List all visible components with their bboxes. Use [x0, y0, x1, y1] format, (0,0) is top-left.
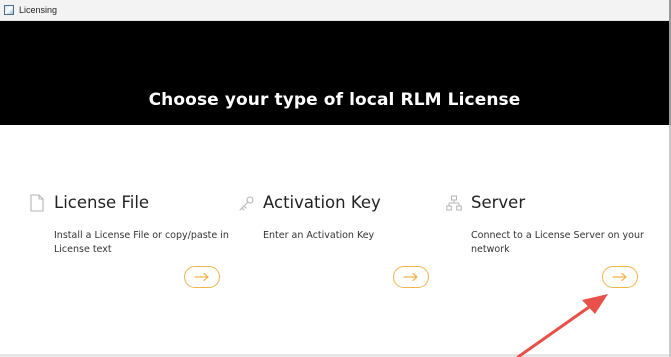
option-description: Install a License File or copy/paste in …: [54, 230, 229, 255]
arrow-right-icon: [194, 272, 209, 282]
arrow-right-icon: [612, 272, 627, 282]
page-heading: Choose your type of local RLM License: [148, 90, 521, 110]
option-description: Connect to a License Server on your netw…: [471, 230, 644, 255]
option-title: License File: [54, 193, 150, 212]
server-next-button[interactable]: [602, 266, 638, 288]
window-title: Licensing: [19, 5, 58, 15]
option-activation-key: Activation Key Enter an Activation Key: [238, 190, 438, 300]
option-title: Server: [471, 193, 526, 212]
option-license-file: License File Install a License File or c…: [29, 190, 229, 300]
option-description: Enter an Activation Key: [263, 230, 375, 241]
network-icon: [446, 195, 462, 211]
license-file-next-button[interactable]: [184, 266, 220, 288]
activation-key-next-button[interactable]: [393, 266, 429, 288]
key-icon: [239, 196, 254, 211]
arrow-right-icon: [403, 272, 418, 282]
option-server: Server Connect to a License Server on yo…: [446, 190, 646, 300]
document-icon: [30, 194, 44, 212]
title-bar: Licensing: [0, 0, 669, 21]
option-title: Activation Key: [263, 193, 381, 212]
app-icon: [4, 5, 14, 15]
